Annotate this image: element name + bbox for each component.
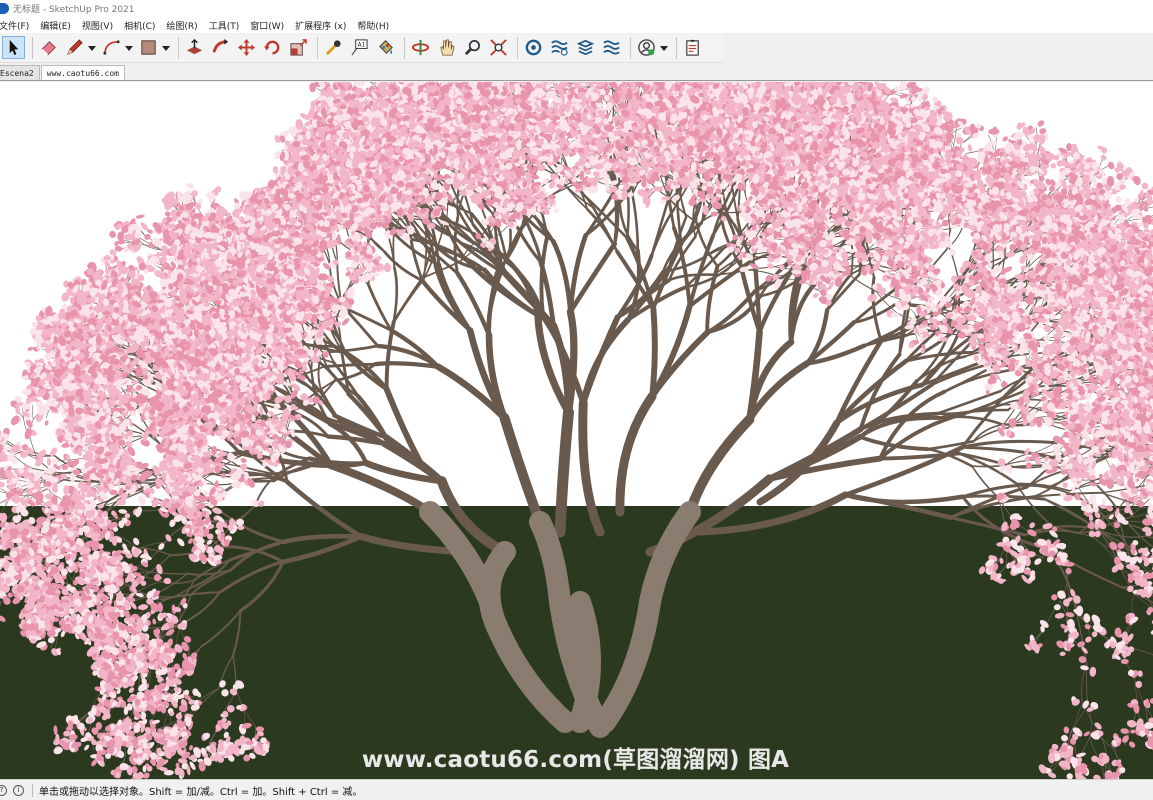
eraser-icon [39,38,58,57]
pan-hand-icon [437,38,456,57]
paint-bucket-icon [376,38,395,57]
arc-dropdown-icon[interactable] [125,44,133,52]
select-tool-button[interactable] [2,36,25,59]
tree-branch [375,363,438,367]
tree-branch [235,505,255,521]
menu-view[interactable]: 视图(V) [82,19,113,32]
warehouse-tool-button[interactable] [522,36,545,59]
report-clipboard-icon [683,38,702,57]
toolbar-separator [317,37,318,59]
sketchup-window: 无标题 - SketchUp Pro 2021 文件(F) 编辑(E) 视图(V… [0,0,1153,800]
rectangle-icon [139,38,158,57]
pencil-icon [65,38,84,57]
move-tool-button[interactable] [235,36,258,59]
menu-file[interactable]: 文件(F) [0,19,29,32]
orbit-icon [411,38,430,57]
select-arrow-icon [4,38,23,57]
toolbar-separator [178,37,179,59]
toolbar-separator [676,37,677,59]
paint-bucket-tool-button[interactable] [374,36,397,59]
shape-tool-button[interactable] [137,36,160,59]
menu-bar: 文件(F) 编辑(E) 视图(V) 相机(C) 绘图(R) 工具(T) 窗口(W… [0,17,1153,33]
tab-caotu66[interactable]: www.caotu66.com [41,65,125,80]
extension-manager-tool-button[interactable] [600,36,623,59]
menu-extensions[interactable]: 扩展程序 (x) [295,19,346,32]
user-account-icon [637,38,656,57]
follow-me-tool-button[interactable] [209,36,232,59]
3d-warehouse-icon [524,38,543,57]
main-toolbar: A1 [0,33,723,63]
tab-escena2[interactable]: Escena2 [0,65,40,80]
toolbar-separator [404,37,405,59]
zoom-tool-button[interactable] [461,36,484,59]
title-bar: 无标题 - SketchUp Pro 2021 [0,0,1153,17]
menu-edit[interactable]: 编辑(E) [40,19,71,32]
toolbar-separator [517,37,518,59]
sketchup-logo-icon [0,3,9,14]
pan-tool-button[interactable] [435,36,458,59]
zoom-extents-tool-button[interactable] [487,36,510,59]
tree-branch [560,412,568,532]
extension-warehouse-tool-button[interactable] [548,36,571,59]
blossom-tree-model [0,82,1153,779]
pencil-dropdown-icon[interactable] [88,44,96,52]
tape-measure-tool-button[interactable] [322,36,345,59]
eraser-tool-button[interactable] [37,36,60,59]
scene-tabs: Escena2 www.caotu66.com [0,63,1153,81]
zoom-icon [463,38,482,57]
layout-tool-button[interactable] [574,36,597,59]
pencil-tool-button[interactable] [63,36,86,59]
modeling-viewport[interactable]: www.caotu66.com(草图溜溜网) 图A [0,82,1153,779]
menu-tools[interactable]: 工具(T) [209,19,240,32]
push-pull-tool-button[interactable] [183,36,206,59]
follow-me-icon [211,38,230,57]
menu-draw[interactable]: 绘图(R) [166,19,197,32]
menu-window[interactable]: 窗口(W) [250,19,284,32]
rotate-tool-button[interactable] [261,36,284,59]
tape-measure-icon [324,38,343,57]
menu-help[interactable]: 帮助(H) [357,19,389,32]
account-tool-button[interactable] [635,36,658,59]
window-title: 无标题 - SketchUp Pro 2021 [13,2,135,15]
scale-icon [289,38,308,57]
scale-tool-button[interactable] [287,36,310,59]
zoom-extents-icon [489,38,508,57]
shape-dropdown-icon[interactable] [162,44,170,52]
move-icon [237,38,256,57]
report-tool-button[interactable] [681,36,704,59]
layout-icon [576,38,595,57]
tree-branch [439,265,470,331]
text-tool-button[interactable]: A1 [348,36,371,59]
push-pull-icon [185,38,204,57]
rotate-icon [263,38,282,57]
orbit-tool-button[interactable] [409,36,432,59]
tree-branch [504,418,540,522]
arc-icon [102,38,121,57]
arc-tool-button[interactable] [100,36,123,59]
extension-warehouse-icon [550,38,569,57]
account-dropdown-icon[interactable] [660,44,668,52]
tree-branch [553,241,570,311]
toolbar-separator [32,37,33,59]
toolbar-separator [630,37,631,59]
text-icon: A1 [350,38,369,57]
extension-manager-icon [602,38,621,57]
menu-camera[interactable]: 相机(C) [124,19,155,32]
